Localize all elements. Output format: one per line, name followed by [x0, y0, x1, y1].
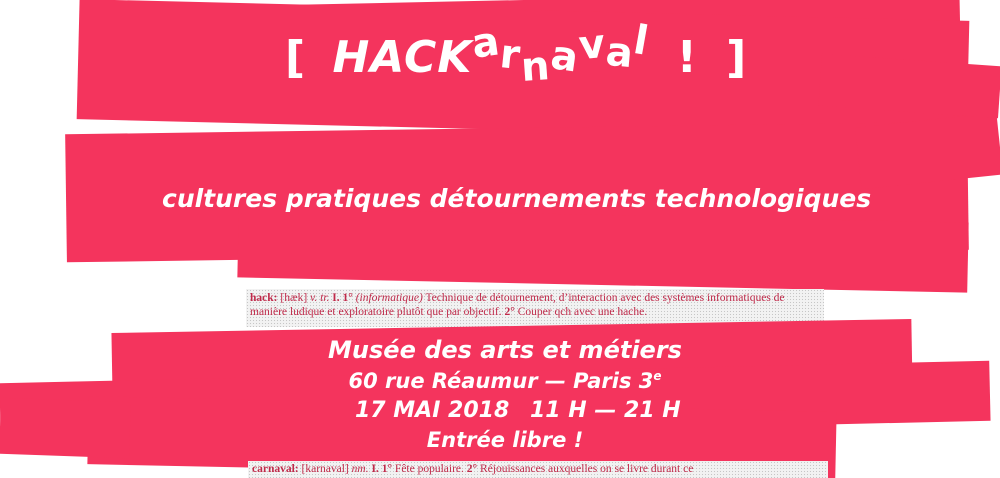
close-bracket: ] — [726, 32, 748, 83]
sense-number: 1° — [381, 463, 393, 475]
title-letter: n — [519, 43, 553, 91]
title-hack: HACK — [332, 32, 473, 83]
pink-strip — [237, 207, 969, 293]
headword: hack: — [250, 292, 278, 304]
definition: Réjouissances auxquelles on se livre dur… — [480, 463, 694, 475]
pink-strip — [855, 112, 1000, 190]
definition: Couper qch avec une hache. — [517, 306, 648, 318]
definition: Fête populaire. — [394, 463, 464, 475]
roman-numeral: I. — [371, 463, 379, 475]
address: 60 rue Réaumur — Paris 3e — [0, 369, 1000, 393]
grammar: nm. — [351, 463, 369, 475]
dictionary-entry-carnaval: carnaval: [karnaval] nm. I. 1° Fête popu… — [248, 461, 828, 478]
subtitle: cultures pratiques détournements technol… — [162, 184, 872, 213]
poster: hack: [hæk] v. tr. I. 1° (informatique) … — [0, 0, 1000, 478]
title-letter: a — [547, 32, 582, 82]
hours: 11 H — 21 H — [530, 398, 681, 423]
pronunciation: [hæk] — [280, 292, 308, 304]
address-text: 60 rue Réaumur — Paris 3 — [348, 369, 654, 393]
poster-title: [ HACKarnaval ! ] — [285, 17, 748, 91]
open-bracket: [ — [285, 32, 307, 83]
headword: carnaval: — [252, 463, 299, 475]
sense-number: 2° — [504, 306, 515, 318]
sense-number: 2° — [466, 463, 478, 475]
address-superscript: e — [653, 369, 662, 383]
grammar: v. tr. — [310, 292, 330, 304]
domain-label: (informatique) — [355, 292, 423, 304]
title-letter: v — [576, 20, 608, 70]
roman-numeral: I. — [332, 292, 340, 304]
date: 17 MAI 2018 — [355, 398, 510, 423]
pronunciation: [karnaval] — [301, 463, 349, 475]
sense-number: 1° — [342, 292, 353, 304]
venue: Musée des arts et métiers — [328, 336, 682, 364]
entry: Entrée libre ! — [426, 428, 584, 452]
title-exclamation: ! — [676, 32, 698, 83]
